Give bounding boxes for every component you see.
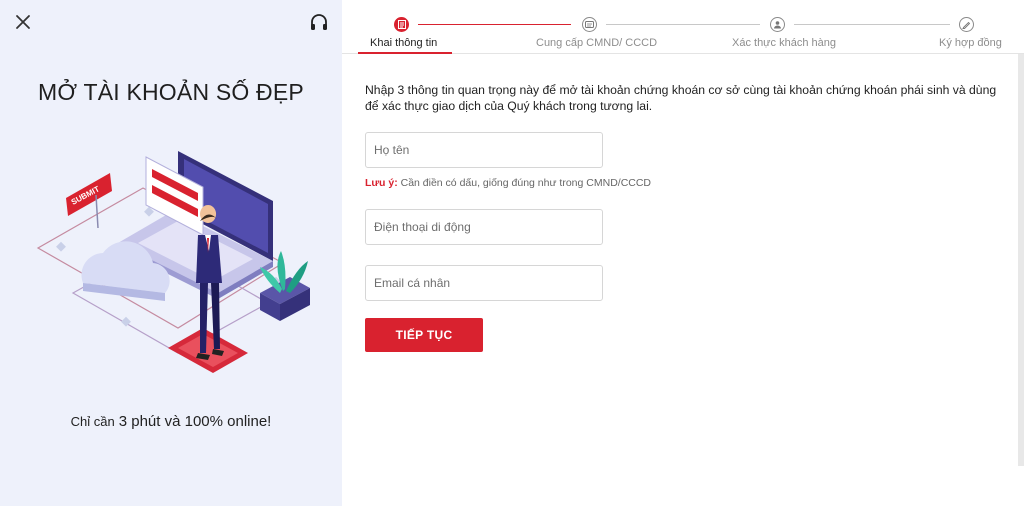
left-panel: MỞ TÀI KHOẢN SỐ ĐẸP SUBMIT Chỉ cần 3 phú… — [0, 0, 342, 506]
step-2-label: Cung cấp CMND/ CCCD — [536, 37, 658, 49]
step-connector-2 — [606, 24, 760, 25]
step-connector-1 — [418, 24, 571, 25]
email-input[interactable] — [365, 265, 603, 301]
step-4-label: Ký hợp đồng — [939, 37, 1002, 49]
tagline-prefix: Chỉ cần — [70, 414, 115, 429]
app-root: MỞ TÀI KHOẢN SỐ ĐẸP SUBMIT Chỉ cần 3 phú… — [0, 0, 1024, 506]
phone-input[interactable] — [365, 209, 603, 245]
tagline: Chỉ cần 3 phút và 100% online! — [0, 413, 342, 431]
step-1-label: Khai thông tin — [370, 37, 438, 49]
left-panel-title: MỞ TÀI KHOẢN SỐ ĐẸP — [38, 79, 304, 105]
note-text: Cần điền có dấu, giống đúng như trong CM… — [400, 177, 652, 189]
pen-icon — [959, 17, 974, 32]
account-opening-illustration: SUBMIT — [36, 151, 310, 373]
progress-stepper: Khai thông tin Cung cấp CMND/ CCCD Xác t… — [342, 0, 1024, 54]
headset-icon[interactable] — [309, 13, 329, 33]
scrollbar[interactable] — [1018, 54, 1024, 466]
step-1-underline — [358, 52, 452, 54]
document-icon — [394, 17, 409, 32]
full-name-input[interactable] — [365, 132, 603, 168]
form-intro-text: Nhập 3 thông tin quan trọng này để mở tà… — [365, 83, 997, 113]
note-label: Lưu ý: — [365, 177, 398, 189]
step-3-label: Xác thực khách hàng — [732, 37, 836, 49]
step-connector-3 — [794, 24, 950, 25]
user-icon — [770, 17, 785, 32]
full-name-note: Lưu ý: Cần điền có dấu, giống đúng như t… — [365, 177, 651, 189]
continue-button[interactable]: TIẾP TỤC — [365, 318, 483, 352]
id-card-icon — [582, 17, 597, 32]
close-icon[interactable] — [14, 13, 32, 31]
tagline-highlight: 3 phút và 100% online! — [118, 413, 272, 430]
